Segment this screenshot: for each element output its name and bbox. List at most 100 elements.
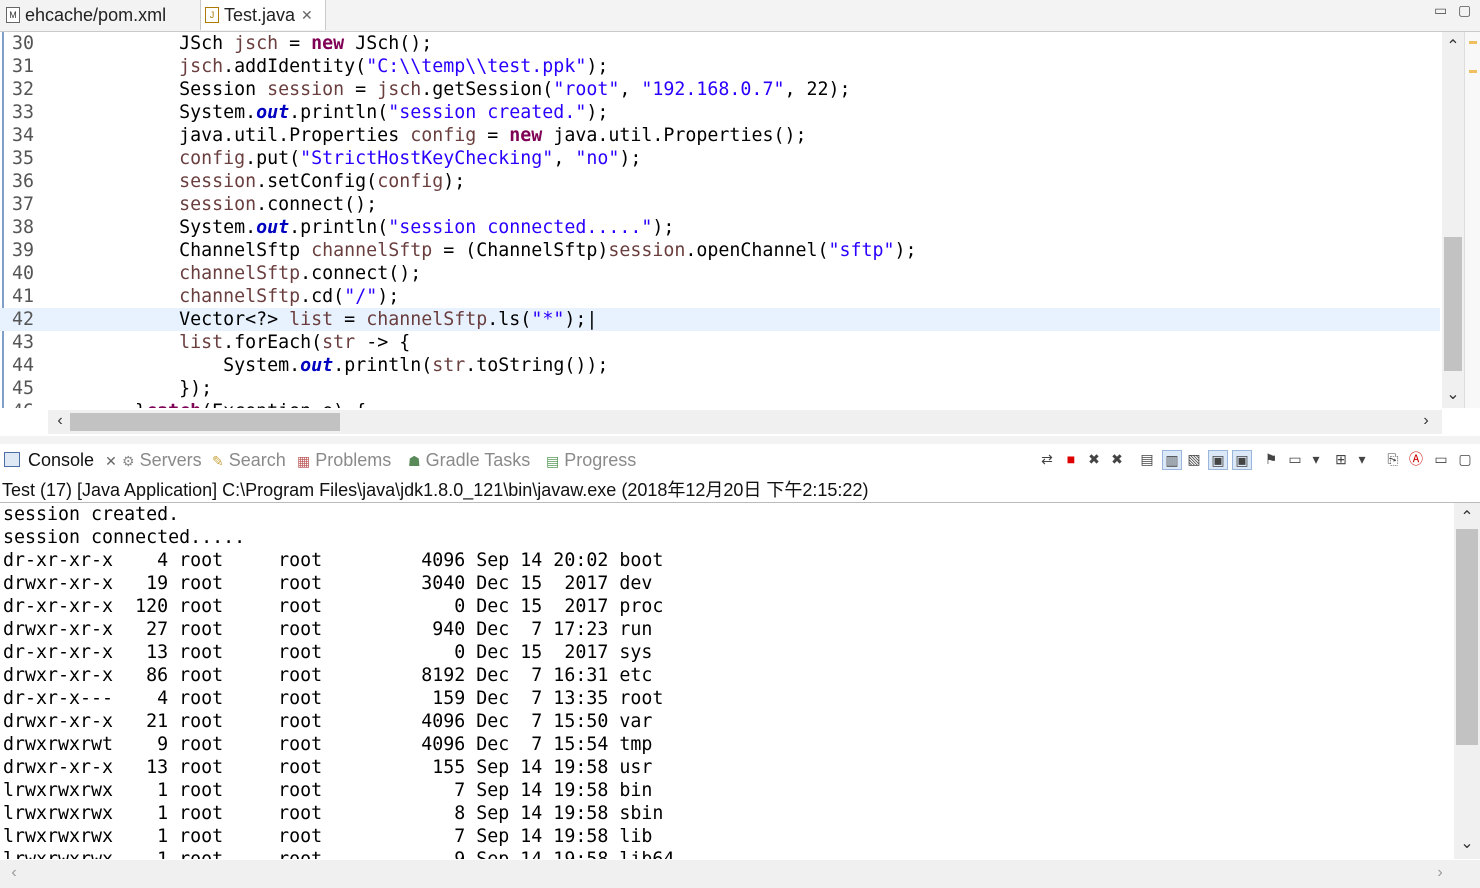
maximize-icon[interactable]: ▢ <box>1456 450 1474 468</box>
code-line[interactable]: 35 config.put("StrictHostKeyChecking", "… <box>0 147 1440 170</box>
code-token: jsch <box>377 79 422 100</box>
chevron-down-icon[interactable]: ▾ <box>1307 450 1325 468</box>
scroll-up-icon[interactable]: ⌃ <box>1443 36 1463 56</box>
console-horizontal-scrollbar[interactable]: ‹ › <box>0 860 1480 888</box>
maximize-icon[interactable]: ▢ <box>1458 2 1471 19</box>
console-icon <box>4 452 20 467</box>
clear-console-icon[interactable]: ▤ <box>1138 450 1156 468</box>
editor-scroll-thumb[interactable] <box>1444 237 1462 371</box>
scroll-down-icon[interactable]: ⌄ <box>1457 833 1477 853</box>
tab-console[interactable]: Console ✕ <box>4 445 117 475</box>
code-line[interactable]: 33 System.out.println("session created."… <box>0 101 1440 124</box>
code-token: .println( <box>333 355 433 376</box>
word-wrap-icon[interactable]: ▧ <box>1185 450 1203 468</box>
code-line[interactable]: 45 }); <box>0 377 1440 400</box>
code-token: .addIdentity( <box>223 56 367 77</box>
tab-servers[interactable]: ⚙ Servers <box>122 445 202 475</box>
code-text: System.out.println("session connected...… <box>47 216 674 239</box>
code-line[interactable]: 38 System.out.println("session connected… <box>0 216 1440 239</box>
code-token: "session connected....." <box>388 217 653 238</box>
sash[interactable] <box>0 436 1480 444</box>
tab-label: Problems <box>315 450 392 470</box>
code-token: = <box>476 125 510 146</box>
code-token: = <box>333 309 367 330</box>
editor-vertical-scrollbar[interactable]: ⌃ ⌄ <box>1442 32 1464 408</box>
code-line[interactable]: 30 JSch jsch = new JSch(); <box>0 32 1440 55</box>
line-number: 37 <box>12 194 35 215</box>
code-line[interactable]: 37 session.connect(); <box>0 193 1440 216</box>
code-token: .openChannel( <box>685 240 829 261</box>
close-icon[interactable]: ✕ <box>105 453 117 469</box>
tab-progress[interactable]: ▤ Progress <box>546 445 636 475</box>
console-scroll-thumb[interactable] <box>1456 529 1478 745</box>
editor-horizontal-scrollbar[interactable]: ‹ › <box>48 410 1442 434</box>
tab-problems[interactable]: ▦ Problems <box>297 445 391 475</box>
code-token: session <box>179 194 257 215</box>
scroll-right-icon[interactable]: › <box>1430 864 1450 882</box>
open-console-icon[interactable]: ⊞ <box>1332 450 1350 468</box>
code-line[interactable]: 43 list.forEach(str -> { <box>0 331 1440 354</box>
code-token: str <box>432 355 466 376</box>
minimize-icon[interactable]: ▭ <box>1434 2 1447 19</box>
console-output[interactable]: session created. session connected..... dr… <box>0 503 1454 859</box>
editor-tab-test-java[interactable]: J Test.java ✕ <box>200 0 326 30</box>
code-line[interactable]: 46 }catch(Exception e) { <box>0 400 1440 408</box>
chevron-down-icon[interactable]: ▾ <box>1353 450 1371 468</box>
code-line[interactable]: 42 Vector<?> list = channelSftp.ls("*");… <box>0 308 1440 331</box>
line-number: 36 <box>12 171 35 192</box>
ant-icon[interactable]: Ⓐ <box>1407 450 1425 468</box>
code-token: }); <box>47 378 213 399</box>
show-on-stderr-icon[interactable]: ▣ <box>1232 450 1252 470</box>
line-number: 32 <box>12 79 35 100</box>
code-token: channelSftp <box>311 240 433 261</box>
code-token: catch <box>146 401 201 408</box>
terminate-icon[interactable]: ■ <box>1062 450 1080 468</box>
line-number: 30 <box>12 33 35 54</box>
servers-icon: ⚙ <box>122 453 135 469</box>
show-on-stdout-icon[interactable]: ▣ <box>1208 450 1228 470</box>
code-editor[interactable]: 30 JSch jsch = new JSch(); 31 jsch.addIde… <box>0 32 1442 408</box>
scroll-down-icon[interactable]: ⌄ <box>1443 384 1463 404</box>
console-vertical-scrollbar[interactable]: ⌃ ⌄ <box>1454 503 1480 859</box>
code-token: = (ChannelSftp) <box>432 240 609 261</box>
scroll-lock-icon[interactable]: ▥ <box>1162 450 1182 470</box>
remove-launch-icon[interactable]: ✖ <box>1085 450 1103 468</box>
code-token: "/" <box>344 286 378 307</box>
remove-all-icon[interactable]: ✖ <box>1108 450 1126 468</box>
pin-console-icon[interactable]: ⇄ <box>1038 450 1056 468</box>
console-line: drwxr-xr-x 13 root root 155 Sep 14 19:58… <box>3 757 653 778</box>
code-text: channelSftp.connect(); <box>47 262 421 285</box>
code-line[interactable]: 39 ChannelSftp channelSftp = (ChannelSft… <box>0 239 1440 262</box>
scroll-left-icon[interactable]: ‹ <box>50 412 70 430</box>
copy-icon[interactable]: ⎘ <box>1384 450 1402 468</box>
editor-hscroll-thumb[interactable] <box>70 413 340 431</box>
code-line[interactable]: 32 Session session = jsch.getSession("ro… <box>0 78 1440 101</box>
close-icon[interactable]: ✕ <box>301 7 313 24</box>
pin-icon[interactable]: ⚑ <box>1262 450 1280 468</box>
editor-tab-pom-xml[interactable]: M ehcache/pom.xml <box>6 0 192 30</box>
code-line[interactable]: 40 channelSftp.connect(); <box>0 262 1440 285</box>
code-line[interactable]: 44 System.out.println(str.toString()); <box>0 354 1440 377</box>
code-token: jsch <box>234 33 279 54</box>
scroll-right-icon[interactable]: › <box>1416 412 1436 430</box>
tab-gradle-tasks[interactable]: ☗ Gradle Tasks <box>408 445 530 475</box>
code-text: config.put("StrictHostKeyChecking", "no"… <box>47 147 641 170</box>
display-console-icon[interactable]: ▭ <box>1286 450 1304 468</box>
code-line[interactable]: 34 java.util.Properties config = new jav… <box>0 124 1440 147</box>
code-line[interactable]: 31 jsch.addIdentity("C:\\temp\\test.ppk"… <box>0 55 1440 78</box>
code-token: java.util.Properties(); <box>542 125 807 146</box>
tab-search[interactable]: ✎ Search <box>212 445 286 475</box>
code-token: (Exception e) { <box>201 401 366 408</box>
code-line[interactable]: 36 session.setConfig(config); <box>0 170 1440 193</box>
code-text: }catch(Exception e) { <box>47 400 366 408</box>
overview-ruler[interactable] <box>1464 32 1480 408</box>
minimize-icon[interactable]: ▭ <box>1432 450 1450 468</box>
warning-marker[interactable] <box>1469 41 1477 44</box>
scroll-up-icon[interactable]: ⌃ <box>1457 507 1477 527</box>
scroll-left-icon[interactable]: ‹ <box>4 864 24 882</box>
code-line[interactable]: 41 channelSftp.cd("/"); <box>0 285 1440 308</box>
warning-marker[interactable] <box>1469 70 1477 73</box>
code-token: , <box>619 79 642 100</box>
